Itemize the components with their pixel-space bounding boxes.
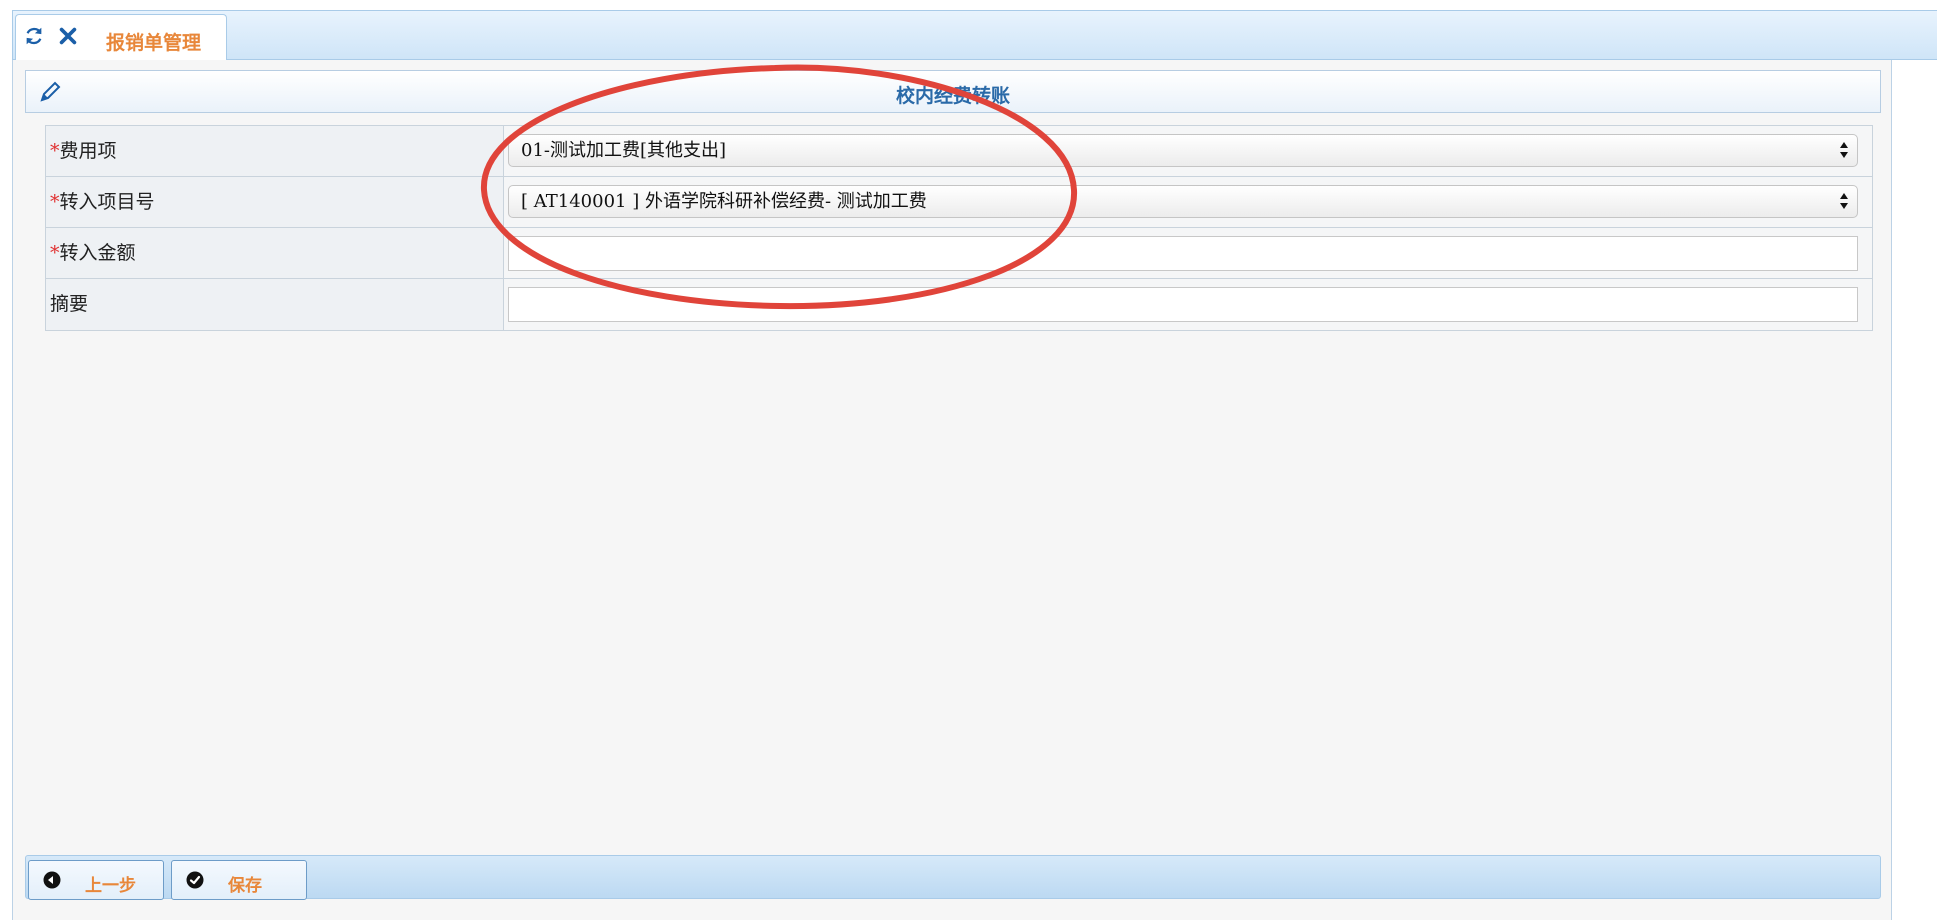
target-project-select[interactable]: [ AT140001 ] 外语学院科研补偿经费- 测试加工费 — [508, 185, 1858, 218]
tab-bar: 报销单管理 — [12, 10, 1937, 61]
required-mark: * — [50, 140, 60, 162]
app-window: 报销单管理 校内经费转账 *费用项 01-测试加工费[其他支出] *转入项目号 … — [0, 0, 1937, 920]
form-row-amount: *转入金额 — [46, 228, 1872, 279]
required-mark: * — [50, 242, 60, 264]
summary-input[interactable] — [508, 287, 1858, 322]
field-label: *费用项 — [46, 126, 504, 176]
select-arrows-icon — [1840, 142, 1848, 158]
prev-step-button[interactable]: 上一步 — [28, 860, 164, 900]
field-label-text: 转入金额 — [59, 242, 136, 264]
field-value-cell: [ AT140001 ] 外语学院科研补偿经费- 测试加工费 — [504, 177, 1872, 227]
expense-item-select[interactable]: 01-测试加工费[其他支出] — [508, 134, 1858, 167]
tab-reimbursement[interactable]: 报销单管理 — [15, 14, 227, 61]
field-label: *转入金额 — [46, 228, 504, 278]
transfer-form: *费用项 01-测试加工费[其他支出] *转入项目号 [ AT140001] … — [45, 125, 1873, 331]
select-value: [ AT140001 ] 外语学院科研补偿经费- 测试加工费 — [521, 191, 927, 212]
field-value-cell — [504, 279, 1872, 330]
panel-title: 校内经费转账 — [895, 85, 1010, 107]
field-label: *转入项目号 — [46, 177, 504, 227]
tab-label: 报销单管理 — [106, 32, 202, 54]
field-label: 摘要 — [46, 279, 504, 330]
form-row-expense-item: *费用项 01-测试加工费[其他支出] — [46, 126, 1872, 177]
prev-step-label: 上一步 — [85, 876, 136, 896]
panel-header: 校内经费转账 — [25, 70, 1881, 113]
form-row-summary: 摘要 — [46, 279, 1872, 330]
refresh-icon[interactable] — [23, 25, 45, 47]
close-icon[interactable] — [57, 25, 79, 47]
field-label-text: 转入项目号 — [59, 191, 155, 213]
amount-input[interactable] — [508, 236, 1858, 271]
bottom-toolbar: 上一步 保存 — [25, 855, 1881, 900]
required-mark: * — [50, 191, 60, 213]
check-circle-icon — [186, 871, 204, 889]
field-label-text: 摘要 — [50, 293, 89, 315]
main-panel: 校内经费转账 *费用项 01-测试加工费[其他支出] *转入项目号 [AT14… — [12, 60, 1892, 920]
field-value-cell: 01-测试加工费[其他支出] — [504, 126, 1872, 176]
back-circle-icon — [43, 871, 61, 889]
field-value-cell — [504, 228, 1872, 278]
save-label: 保存 — [228, 876, 262, 896]
field-label-text: 费用项 — [59, 140, 117, 162]
select-value: 01-测试加工费[其他支出] — [521, 140, 727, 161]
save-button[interactable]: 保存 — [171, 860, 307, 900]
select-arrows-icon — [1840, 193, 1848, 209]
form-row-target-project: *转入项目号 [ AT140001 ] 外语学院科研补偿经费- 测试加工费 — [46, 177, 1872, 228]
